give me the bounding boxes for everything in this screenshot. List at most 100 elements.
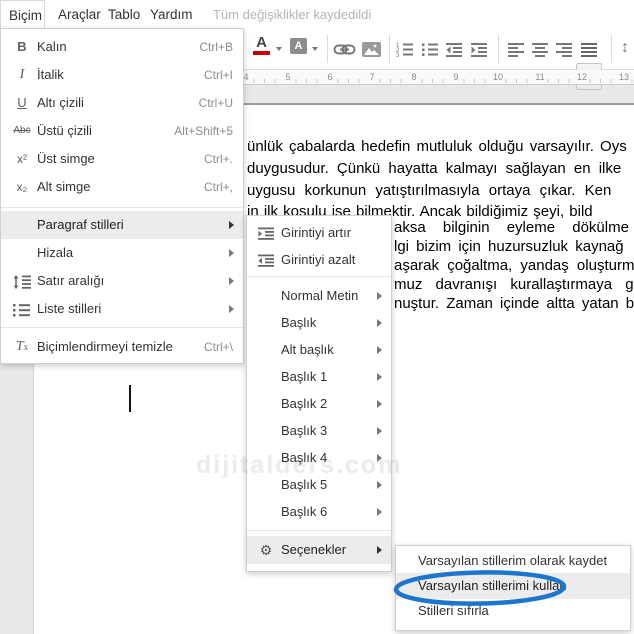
menu-item-alt-simge[interactable]: x₂ Alt simge Ctrl+, bbox=[1, 173, 243, 201]
submenu-arrow-icon bbox=[377, 345, 382, 354]
shortcut-label: Ctrl+U bbox=[198, 96, 233, 110]
document-text-line: uygusu korkunun yatıştırılmasıyla ortaya… bbox=[247, 182, 612, 199]
align-right-icon bbox=[556, 43, 572, 57]
submenu-arrow-icon bbox=[377, 372, 382, 381]
option-label: Varsayılan stillerimi kullan bbox=[418, 578, 567, 593]
submenu-item-label: Başlık 6 bbox=[281, 504, 328, 519]
ruler-number: 12 bbox=[574, 71, 590, 83]
submenu-item-baslik-6[interactable]: Başlık 6 bbox=[247, 498, 391, 525]
superscript-icon: x² bbox=[17, 152, 27, 166]
increase-indent-icon bbox=[254, 219, 278, 246]
menu-item-italik[interactable]: I İtalik Ctrl+I bbox=[1, 61, 243, 89]
menu-bicim-label: Biçim bbox=[9, 8, 42, 23]
submenu-arrow-icon bbox=[229, 305, 234, 313]
align-right-button[interactable] bbox=[556, 42, 573, 62]
list-styles-icon bbox=[10, 295, 34, 323]
menu-item-hizala[interactable]: Hizala bbox=[1, 239, 243, 267]
option-reset-styles[interactable]: Stilleri sıfırla bbox=[396, 599, 630, 623]
option-use-default-styles[interactable]: Varsayılan stillerimi kullan bbox=[396, 573, 630, 599]
shortcut-label: Ctrl+. bbox=[203, 152, 233, 166]
highlight-dropdown-icon[interactable] bbox=[312, 47, 318, 51]
gear-icon: ⚙ bbox=[259, 542, 273, 558]
submenu-item-label: Girintiyi artır bbox=[281, 225, 352, 240]
image-icon bbox=[362, 42, 381, 57]
italic-icon: I bbox=[19, 67, 25, 82]
menu-item-label: Altı çizili bbox=[37, 95, 84, 110]
ruler-number: 13 bbox=[616, 71, 632, 83]
text-color-button[interactable]: A bbox=[253, 35, 270, 55]
menu-item-ustu-cizili[interactable]: Abc Üstü çizili Alt+Shift+5 bbox=[1, 117, 243, 145]
submenu-item-girintiyi-azalt[interactable]: Girintiyi azalt bbox=[247, 246, 391, 273]
text-color-dropdown-icon[interactable] bbox=[276, 47, 282, 51]
link-icon bbox=[333, 44, 356, 55]
submenu-item-label: Başlık 2 bbox=[281, 396, 328, 411]
strikethrough-icon: Abc bbox=[13, 125, 31, 136]
text-color-swatch bbox=[253, 51, 270, 55]
submenu-arrow-icon bbox=[377, 426, 382, 435]
menu-item-ust-simge[interactable]: x² Üst simge Ctrl+. bbox=[1, 145, 243, 173]
document-text-line: aşarak çoğaltma, yandaş oluşturm bbox=[394, 257, 634, 274]
svg-text:3: 3 bbox=[396, 53, 400, 57]
submenu-item-normal-metin[interactable]: Normal Metin bbox=[247, 282, 391, 309]
align-left-button[interactable] bbox=[508, 42, 525, 62]
ruler-number: 8 bbox=[409, 71, 419, 83]
menu-item-label: Üst simge bbox=[37, 151, 95, 166]
watermark-text: dijitalders.com bbox=[196, 451, 403, 479]
menu-item-label: Hizala bbox=[37, 245, 74, 260]
menu-yardim-label: Yardım bbox=[150, 7, 193, 22]
numbered-list-button[interactable]: 123 bbox=[396, 42, 414, 62]
shortcut-label: Ctrl+\ bbox=[203, 340, 233, 354]
line-spacing-icon bbox=[10, 267, 34, 295]
menu-item-liste-stilleri[interactable]: Liste stilleri bbox=[1, 295, 243, 323]
line-spacing-button[interactable]: ↕ bbox=[621, 39, 629, 57]
paragraph-styles-submenu: Girintiyi artır Girintiyi azalt Normal M… bbox=[246, 215, 392, 572]
submenu-item-label: Başlık 1 bbox=[281, 369, 328, 384]
menu-yardim[interactable]: Yardım bbox=[142, 0, 201, 29]
menu-item-alti-cizili[interactable]: U Altı çizili Ctrl+U bbox=[1, 89, 243, 117]
submenu-arrow-icon bbox=[377, 291, 382, 300]
submenu-item-baslik-3[interactable]: Başlık 3 bbox=[247, 417, 391, 444]
submenu-arrow-icon bbox=[229, 221, 234, 229]
submenu-item-baslik-2[interactable]: Başlık 2 bbox=[247, 390, 391, 417]
decrease-indent-button[interactable] bbox=[446, 42, 463, 62]
ruler-number: 5 bbox=[283, 71, 293, 83]
menu-item-satir-araligi[interactable]: Satır aralığı bbox=[1, 267, 243, 295]
menu-item-paragraf-stilleri[interactable]: Paragraf stilleri bbox=[1, 211, 243, 239]
menu-bicim[interactable]: Biçim bbox=[0, 0, 45, 29]
document-text-line: duygusudur. Çünkü hayatta kalmayı sağlay… bbox=[247, 160, 622, 177]
option-save-default-styles[interactable]: Varsayılan stillerim olarak kaydet bbox=[396, 549, 630, 573]
highlight-color-button[interactable]: A bbox=[290, 38, 307, 54]
align-left-icon bbox=[508, 43, 524, 57]
ruler-number: 7 bbox=[367, 71, 377, 83]
submenu-item-label: Başlık 3 bbox=[281, 423, 328, 438]
submenu-item-baslik-1[interactable]: Başlık 1 bbox=[247, 363, 391, 390]
increase-indent-button[interactable] bbox=[471, 42, 488, 62]
shortcut-label: Ctrl+, bbox=[203, 180, 233, 194]
insert-link-button[interactable] bbox=[333, 42, 356, 62]
align-center-button[interactable] bbox=[532, 42, 549, 62]
menu-item-bicimlendirmeyi-temizle[interactable]: Tx Biçimlendirmeyi temizle Ctrl+\ bbox=[1, 333, 243, 361]
menu-tablo-label: Tablo bbox=[108, 7, 141, 22]
increase-indent-icon bbox=[471, 43, 487, 57]
submenu-item-label: Girintiyi azalt bbox=[281, 252, 356, 267]
document-text-line: ünlük çabalarda hedefin mutluluk olduğu … bbox=[247, 138, 627, 155]
submenu-item-alt-baslik[interactable]: Alt başlık bbox=[247, 336, 391, 363]
highlight-color-icon: A bbox=[290, 38, 307, 54]
underline-icon: U bbox=[17, 95, 27, 110]
submenu-item-girintiyi-artir[interactable]: Girintiyi artır bbox=[247, 219, 391, 246]
menu-item-kalin[interactable]: B Kalın Ctrl+B bbox=[1, 33, 243, 61]
submenu-item-secenekler[interactable]: ⚙ Seçenekler bbox=[247, 536, 391, 564]
menu-item-label: Kalın bbox=[37, 39, 67, 54]
submenu-arrow-icon bbox=[229, 277, 234, 285]
document-text-line: aksa bilginin eyleme dökülme bbox=[394, 219, 629, 236]
shortcut-label: Alt+Shift+5 bbox=[174, 124, 233, 138]
bulleted-list-button[interactable] bbox=[421, 42, 439, 62]
bold-icon: B bbox=[17, 39, 27, 54]
menu-item-label: Alt simge bbox=[37, 179, 91, 194]
submenu-item-baslik[interactable]: Başlık bbox=[247, 309, 391, 336]
justify-button[interactable] bbox=[581, 42, 598, 62]
bulleted-list-icon bbox=[422, 43, 438, 56]
submenu-arrow-icon bbox=[229, 249, 234, 257]
menu-bar: Biçim Araçlar Tablo Yardım Tüm değişikli… bbox=[0, 0, 634, 29]
insert-image-button[interactable] bbox=[362, 42, 381, 62]
